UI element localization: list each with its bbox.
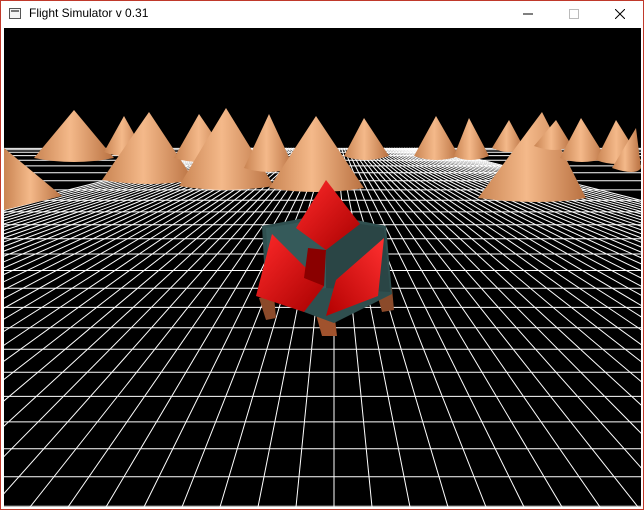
app-window-icon	[9, 8, 21, 19]
window-title: Flight Simulator v 0.31	[29, 6, 149, 20]
app-window: Flight Simulator v 0.31	[0, 0, 644, 510]
title-bar[interactable]: Flight Simulator v 0.31	[1, 1, 643, 27]
scene-canvas	[4, 28, 641, 507]
minimize-icon	[523, 13, 533, 15]
maximize-button[interactable]	[551, 1, 597, 27]
minimize-button[interactable]	[505, 1, 551, 27]
game-viewport[interactable]	[4, 28, 641, 507]
close-icon	[615, 9, 625, 19]
close-button[interactable]	[597, 1, 643, 27]
maximize-icon	[569, 9, 579, 19]
